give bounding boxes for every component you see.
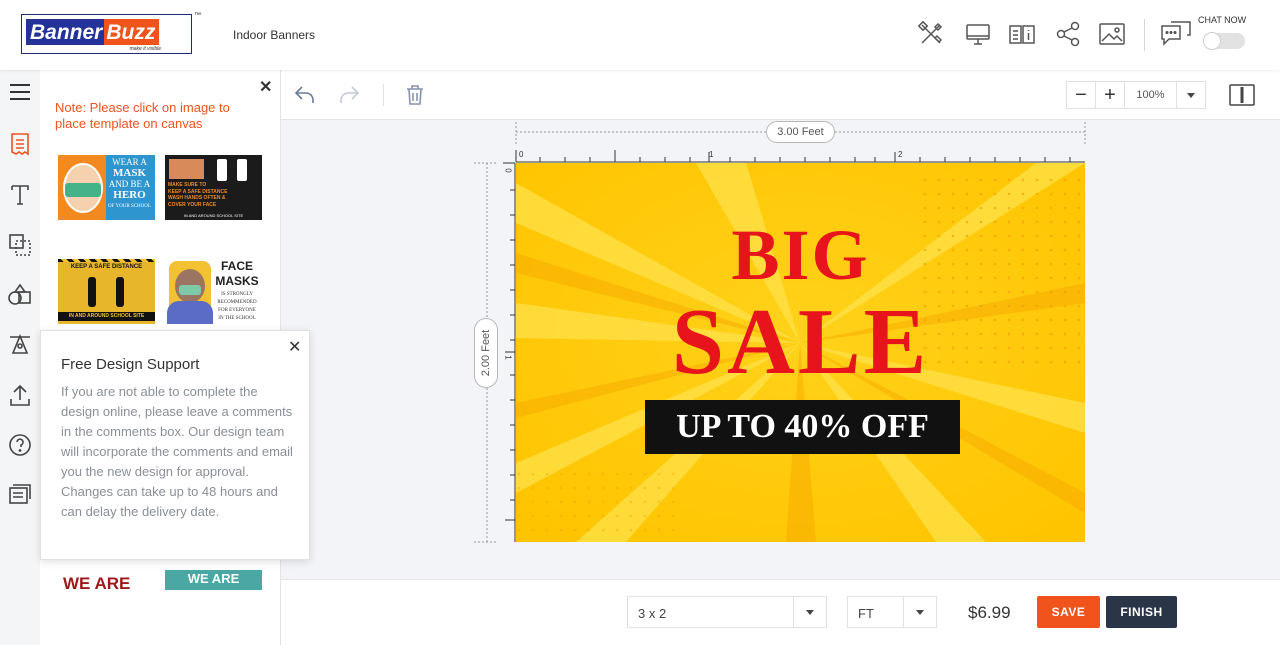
unit-dropdown[interactable] xyxy=(903,597,936,627)
design-canvas[interactable]: BIG SALE UP TO 40% OFF xyxy=(516,163,1085,542)
tools-icon[interactable] xyxy=(917,20,945,48)
popup-title: Free Design Support xyxy=(61,356,200,373)
height-dimension-text: 2.00 Feet xyxy=(480,329,492,377)
monitor-icon[interactable] xyxy=(964,20,992,48)
bannerbuzz-logo[interactable]: Banner Buzz make it visible ™ xyxy=(21,12,201,54)
size-dropdown[interactable] xyxy=(793,597,826,627)
size-value: 3 x 2 xyxy=(638,606,667,621)
chevron-down-icon xyxy=(916,609,924,615)
discount-band[interactable]: UP TO 40% OFF xyxy=(645,400,960,454)
price-label: $6.99 xyxy=(968,603,1011,622)
finish-button[interactable]: FINISH xyxy=(1106,596,1177,628)
popup-body: If you are not able to complete the desi… xyxy=(61,384,293,519)
height-dimension-label: 2.00 Feet xyxy=(474,318,498,388)
logo-trademark: ™ xyxy=(194,12,201,19)
ruler-label: 1 xyxy=(503,355,513,360)
toggle-knob xyxy=(1203,32,1221,50)
popup-close-icon[interactable]: ✕ xyxy=(288,337,301,357)
logo-part1: Banner xyxy=(26,19,105,45)
bottom-bar: 3 x 2 FT $6.99 SAVE FINISH xyxy=(281,579,1280,645)
chat-toggle[interactable] xyxy=(1203,32,1245,50)
chat-now-label: CHAT NOW xyxy=(1198,15,1247,25)
book-info-icon[interactable] xyxy=(1008,20,1036,48)
width-dimension-label: 3.00 Feet xyxy=(766,121,835,143)
image-icon[interactable] xyxy=(1098,20,1126,48)
ruler-label: 0 xyxy=(503,168,513,173)
chevron-down-icon xyxy=(806,609,814,615)
size-select[interactable]: 3 x 2 xyxy=(627,596,827,628)
header-divider xyxy=(1144,19,1145,51)
headline-big[interactable]: BIG xyxy=(516,219,1085,291)
save-button[interactable]: SAVE xyxy=(1037,596,1100,628)
chat-icon[interactable] xyxy=(1160,20,1192,48)
product-title: Indoor Banners xyxy=(233,28,316,42)
logo-part2: Buzz xyxy=(104,19,160,45)
ruler-label: 2 xyxy=(898,150,903,159)
headline-sale[interactable]: SALE xyxy=(516,295,1085,389)
unit-select[interactable]: FT xyxy=(847,596,937,628)
design-support-popup: ✕ Free Design Support If you are not abl… xyxy=(40,330,310,560)
share-icon[interactable] xyxy=(1054,20,1082,48)
unit-value: FT xyxy=(858,606,874,621)
ruler-label: 1 xyxy=(709,150,714,159)
logo-tagline: make it visible xyxy=(129,46,161,52)
ruler-label: 0 xyxy=(519,150,524,159)
top-bar: Banner Buzz make it visible ™ Indoor Ban… xyxy=(0,0,1280,70)
